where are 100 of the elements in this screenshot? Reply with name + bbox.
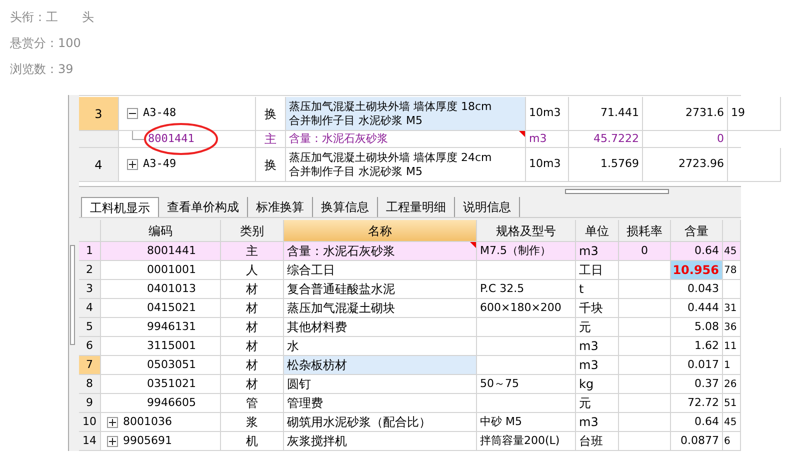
name-cell: 综合工日 [284, 261, 477, 280]
amount-cell: 0.444 [671, 299, 723, 318]
name-cell: 砌筑用水泥砂浆（配合比） [284, 413, 477, 432]
table-cell: 11 [723, 337, 741, 356]
code-text: 8001441 [146, 242, 196, 259]
amount-cell: 0.017 [671, 356, 723, 375]
plus-icon [109, 418, 116, 426]
code-text: 8001036 [123, 414, 172, 430]
code-text: 8001441 [148, 130, 194, 147]
row-number: 6 [79, 337, 101, 356]
tab[interactable]: 标准换算 [248, 197, 313, 217]
tab[interactable]: 工料机显示 [81, 197, 159, 217]
type-cell: 材 [221, 280, 284, 299]
code-text: 0351021 [146, 376, 196, 392]
unit-cell: t [576, 280, 619, 299]
unit-cell: m3 [576, 413, 619, 432]
code-text: 3115001 [146, 338, 196, 354]
code-text: 9946605 [146, 394, 196, 411]
expand-toggle[interactable] [107, 436, 118, 446]
loss-rate-cell [619, 280, 671, 299]
table-cell: 26 [723, 375, 741, 394]
unit-cell: 千块 [576, 299, 619, 318]
name-cell: 含量：水泥石灰砂浆 [284, 242, 477, 261]
code-text: 0503051 [146, 356, 196, 373]
spec-cell: 50～75 [477, 375, 576, 394]
type-cell: 材 [221, 337, 284, 356]
code-text: A3-49 [143, 156, 176, 172]
row-number: 1 [79, 242, 101, 261]
row-number: 10 [79, 413, 101, 432]
type-cell: 主 [221, 242, 284, 261]
type-cell: 材 [221, 318, 284, 337]
tab[interactable]: 说明信息 [455, 197, 520, 217]
unit-cell: 元 [576, 394, 619, 413]
table-cell: 1 [723, 356, 741, 375]
type-cell: 人 [221, 261, 284, 280]
row-number: 3 [79, 280, 101, 299]
loss-rate-cell [619, 337, 671, 356]
loss-rate-cell [619, 413, 671, 432]
unit-cell: 10m3 [526, 97, 569, 131]
spec-cell: P.C 32.5 [477, 280, 576, 299]
amount-cell: 0.0877 [671, 432, 723, 451]
table-cell: 45 [723, 413, 741, 432]
loss-rate-cell [619, 432, 671, 451]
name-cell: 蒸压加气混凝土砌块 [284, 299, 477, 318]
splitter-handle[interactable] [70, 245, 75, 345]
loss-rate-cell [619, 356, 671, 375]
name-cell: 管理费 [284, 394, 477, 413]
loss-rate-cell [619, 375, 671, 394]
code-text: A3-48 [143, 105, 176, 122]
column-header[interactable]: 名称 [284, 220, 477, 242]
table-cell: 31 [723, 299, 741, 318]
type-cell: 主 [256, 131, 286, 148]
amount-cell: 0.64 [671, 413, 723, 432]
row-number: 5 [79, 318, 101, 337]
price-cell: 0 [643, 131, 728, 148]
loss-rate-cell [619, 394, 671, 413]
plus-icon [129, 161, 136, 168]
type-cell: 管 [221, 394, 284, 413]
type-cell: 材 [221, 375, 284, 394]
unit-cell: 台班 [576, 432, 619, 451]
amount-cell: 10.956 [671, 261, 723, 280]
tab[interactable]: 查看单价构成 [159, 197, 248, 217]
amount-cell: 0.64 [671, 242, 723, 261]
collapse-toggle[interactable] [127, 108, 138, 119]
code-text: 9905691 [123, 432, 172, 449]
row-number: 8 [79, 375, 101, 394]
code-text: 0401013 [146, 280, 196, 297]
row-number: 4 [79, 299, 101, 318]
spec-cell: M7.5（制作） [477, 242, 576, 261]
amount-cell: 0.043 [671, 280, 723, 299]
table-cell: 51 [723, 394, 741, 413]
amount-cell: 0.37 [671, 375, 723, 394]
horizontal-scrollbar[interactable] [565, 189, 669, 194]
code-text: 0001001 [146, 262, 196, 278]
spec-cell: 中砂 M5 [477, 413, 576, 432]
quantity-cell: 71.441 [569, 97, 643, 131]
name-cell: 灰浆搅拌机 [284, 432, 477, 451]
spec-cell: 600×180×200 [477, 299, 576, 318]
tab[interactable]: 工程量明细 [378, 197, 455, 217]
tab[interactable]: 换算信息 [313, 197, 378, 217]
loss-rate-cell [619, 299, 671, 318]
table-cell: 45 [723, 242, 741, 261]
table-cell: 36 [723, 318, 741, 337]
unit-cell: 工日 [576, 261, 619, 280]
unit-cell: kg [576, 375, 619, 394]
profile-text: 悬赏分：100 [10, 35, 81, 52]
expand-toggle[interactable] [107, 416, 118, 428]
minus-icon [129, 110, 136, 117]
type-cell: 浆 [221, 413, 284, 432]
amount-cell: 1.62 [671, 337, 723, 356]
row-number: 14 [79, 432, 101, 451]
loss-rate-cell [619, 318, 671, 337]
expand-toggle[interactable] [127, 159, 138, 170]
loss-rate-cell: 0 [619, 242, 671, 261]
quantity-cell: 45.7222 [569, 131, 643, 148]
spec-cell: 拌筒容量200(L) [477, 432, 576, 451]
unit-cell: m3 [526, 131, 569, 148]
plus-icon [109, 438, 116, 444]
type-cell: 材 [221, 299, 284, 318]
name-cell: 复合普通硅酸盐水泥 [284, 280, 477, 299]
